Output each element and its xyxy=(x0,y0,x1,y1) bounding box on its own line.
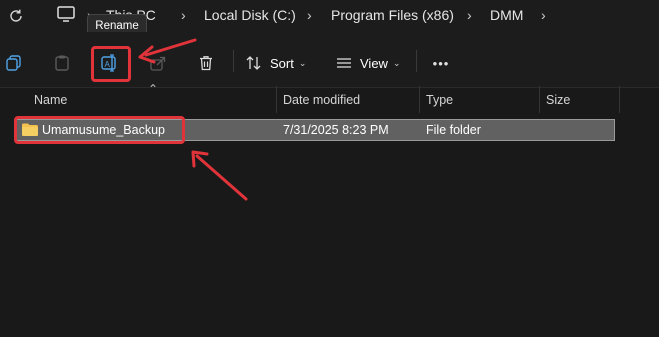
arrow-to-rename-button xyxy=(138,38,197,64)
annotation-arrows xyxy=(138,38,248,201)
arrow-to-folder xyxy=(191,150,248,201)
